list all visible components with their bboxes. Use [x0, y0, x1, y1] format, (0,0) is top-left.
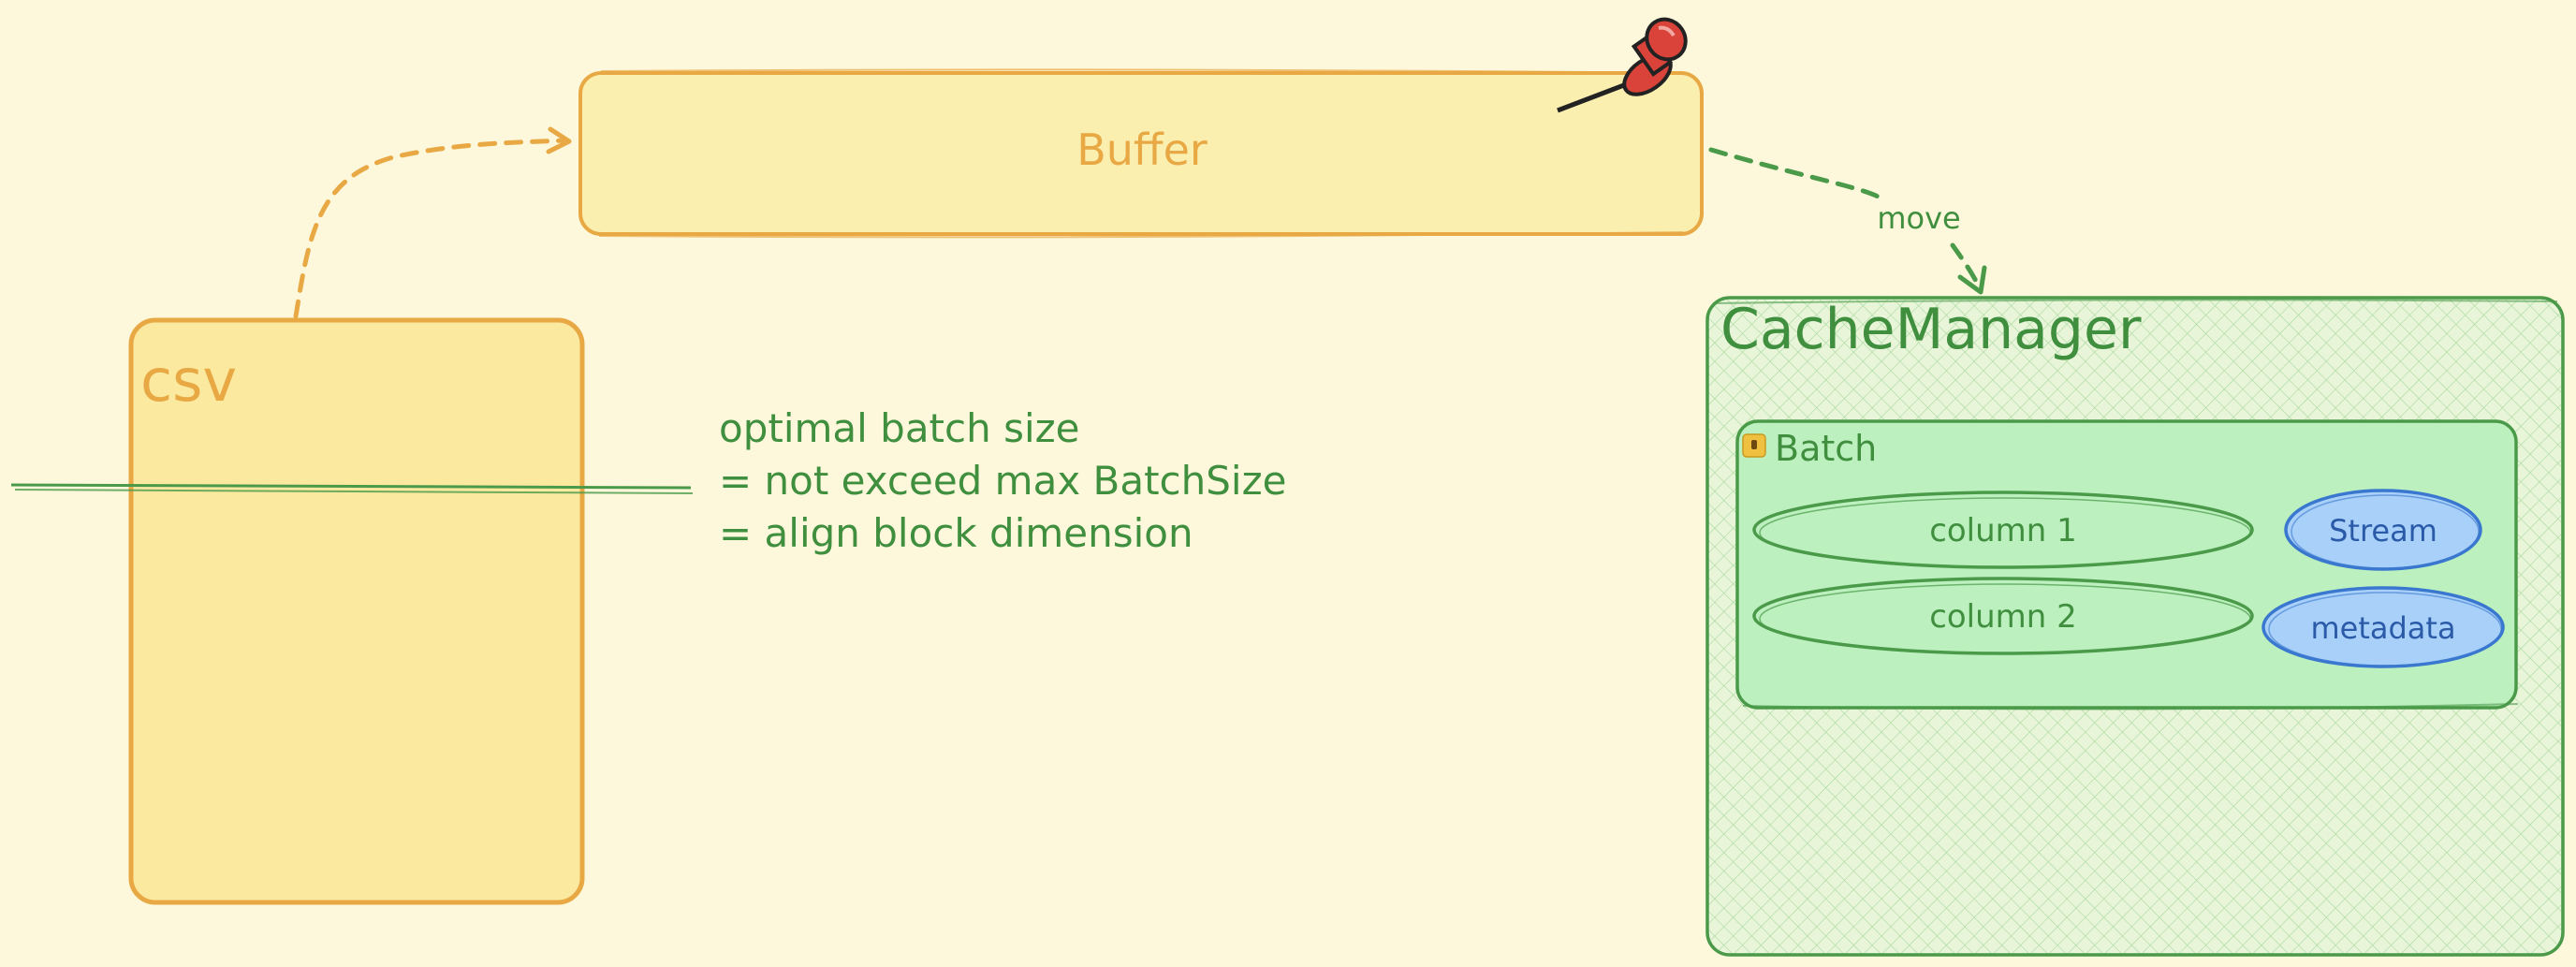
note-line-3: = align block dimension: [719, 510, 1193, 556]
stream-tag[interactable]: Stream: [2284, 489, 2482, 571]
batch-label: Batch: [1775, 428, 1877, 469]
metadata-label: metadata: [2310, 610, 2455, 646]
column-1-node[interactable]: column 1: [1752, 491, 2254, 569]
note-line-2: = not exceed max BatchSize: [719, 458, 1286, 504]
note-line-1: optimal batch size: [719, 405, 1080, 451]
csv-to-buffer-arrow: [293, 126, 572, 319]
batch-node[interactable]: Batch column 1 column 2 Stream metadata: [1735, 419, 2519, 711]
csv-node[interactable]: csv: [128, 317, 585, 905]
column-1-label: column 1: [1929, 512, 2077, 549]
buffer-to-cache-arrow: move: [1708, 147, 1987, 295]
cache-manager-label: CacheManager: [1720, 297, 2142, 362]
csv-label: csv: [140, 346, 237, 415]
metadata-tag[interactable]: metadata: [2261, 586, 2505, 668]
diagram-canvas: Buffer csv optimal batch size = not exce…: [10, 17, 2565, 957]
column-2-node[interactable]: column 2: [1752, 577, 2254, 655]
buffer-node[interactable]: Buffer: [578, 68, 1704, 239]
move-label: move: [1877, 200, 1960, 236]
stream-label: Stream: [2329, 513, 2437, 549]
column-2-label: column 2: [1929, 598, 2077, 636]
batch-size-note: optimal batch size = not exceed max Batc…: [719, 405, 1286, 556]
buffer-label: Buffer: [1076, 125, 1208, 175]
lock-icon: [1742, 433, 1766, 458]
